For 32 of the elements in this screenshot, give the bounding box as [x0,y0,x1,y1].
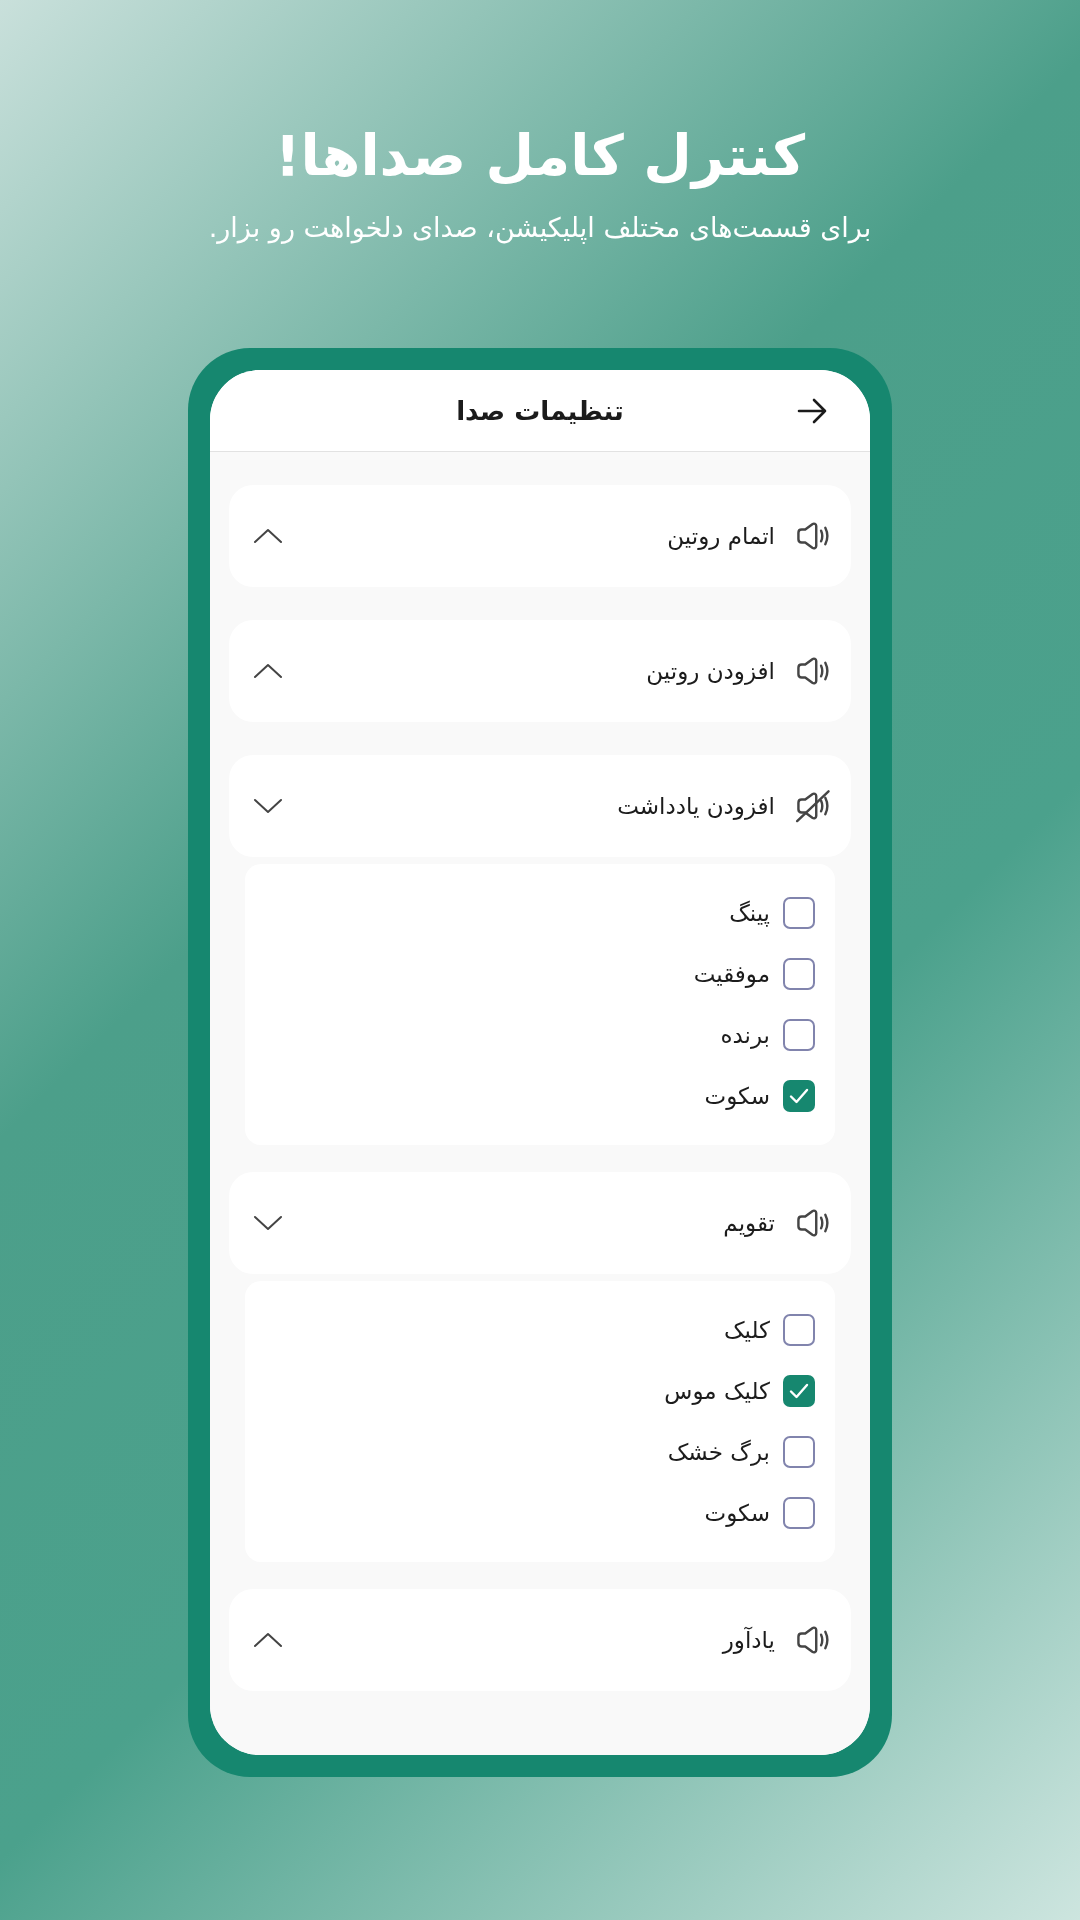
check-icon [789,1088,809,1104]
sound-group-label: افزودن یادداشت [617,793,775,819]
sound-group-header[interactable]: اتمام روتین [229,485,851,587]
option-label: کلیک [723,1317,770,1343]
option-label: برگ خشک [667,1439,770,1465]
sound-group-header[interactable]: افزودن یادداشت [229,755,851,857]
sound-group-header[interactable]: افزودن روتین [229,620,851,722]
screen-title: تنظیمات صدا [456,395,624,426]
checkbox[interactable] [783,1080,815,1112]
check-icon [789,1383,809,1399]
checkbox[interactable] [783,1375,815,1407]
checkbox[interactable] [783,958,815,990]
checkbox[interactable] [783,897,815,929]
option-label: سکوت [704,1500,770,1526]
sound-group-label: تقویم [723,1210,775,1236]
option-label: پینگ [729,900,770,926]
sound-group-label: یادآور [722,1627,775,1653]
checkbox[interactable] [783,1497,815,1529]
hero-subtitle: برای قسمت‌های مختلف اپلیکیشن، صدای دلخواهت رو بزار. [208,211,872,246]
sound-group-label: افزودن روتین [646,658,775,684]
option-label: برنده [720,1022,770,1048]
checkbox[interactable] [783,1436,815,1468]
option-label: سکوت [704,1083,770,1109]
sound-group-header[interactable]: یادآور [229,1589,851,1691]
checkbox[interactable] [783,1314,815,1346]
sound-group-header[interactable]: تقویم [229,1172,851,1274]
checkbox[interactable] [783,1019,815,1051]
hero-title: کنترل کامل صداها! [275,122,805,191]
option-label: موفقیت [693,961,770,987]
option-label: کلیک موس [664,1378,770,1404]
sound-group-label: اتمام روتین [667,523,775,549]
arrow-right-icon [797,397,827,424]
